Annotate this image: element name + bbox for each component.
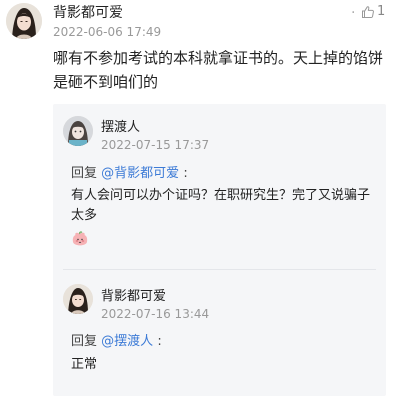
reply-divider (63, 269, 376, 270)
reply-timestamp: 2022-07-16 13:44 (101, 307, 210, 321)
reply-text: 正常 (71, 357, 98, 372)
reply-author[interactable]: 摆渡人 (101, 119, 140, 136)
like-count: 1 (377, 4, 386, 19)
reply-prefix: 回复 (71, 334, 98, 349)
peach-face-emoji-icon (72, 231, 88, 246)
more-dots-icon[interactable]: · (351, 4, 355, 22)
comment-text: 哪有不参加考试的本科就拿证书的。天上掉的馅饼是砸不到咱们的 (53, 49, 384, 91)
reply-timestamp: 2022-07-15 17:37 (101, 138, 210, 152)
avatar-image (63, 284, 93, 314)
reply-author[interactable]: 背影都可爱 (101, 288, 166, 305)
mention-link[interactable]: @背影都可爱 (101, 166, 179, 181)
like-button[interactable]: 1 (361, 4, 385, 20)
reply-colon: : (183, 166, 188, 181)
replies-panel: 摆渡人 2022-07-15 17:37 回复 @背影都可爱 : 有人会问可以办… (53, 104, 386, 396)
avatar-image (63, 116, 93, 146)
avatar-image (6, 3, 42, 39)
mention-link[interactable]: @摆渡人 (101, 334, 153, 349)
reply-text: 有人会问可以办个证吗？在职研究生？完了又说骗子太多 (71, 188, 371, 223)
reply-colon: : (157, 334, 162, 349)
reply-avatar[interactable] (63, 116, 93, 146)
avatar[interactable] (6, 3, 42, 39)
reply-prefix: 回复 (71, 166, 98, 181)
reply-to-line: 回复 @摆渡人 : (71, 332, 162, 352)
reply-to-line: 回复 @背影都可爱 : (71, 164, 188, 184)
comment-author[interactable]: 背影都可爱 (53, 4, 123, 22)
reply-avatar[interactable] (63, 284, 93, 314)
comment-timestamp: 2022-06-06 17:49 (53, 25, 162, 39)
thumbs-up-icon (362, 6, 374, 18)
